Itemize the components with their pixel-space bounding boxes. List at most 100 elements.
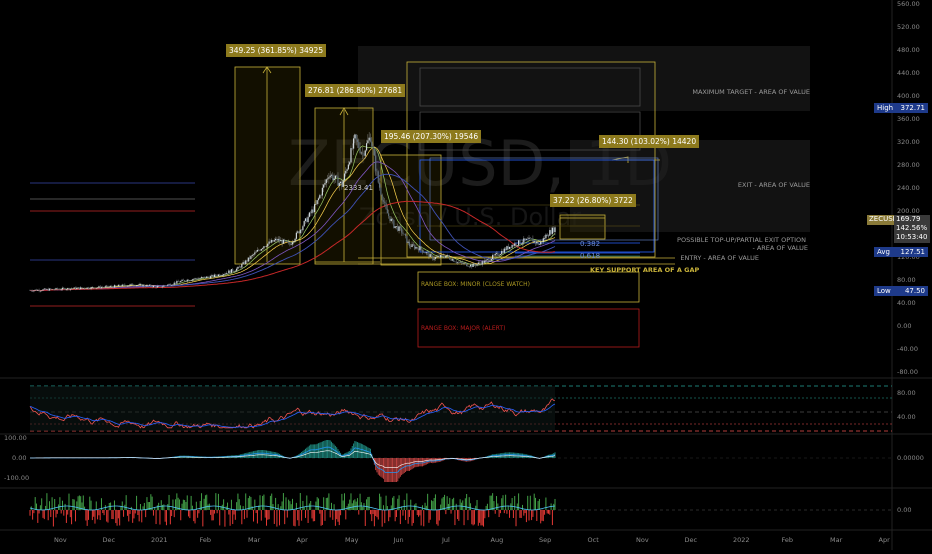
time-tick-label: Feb — [782, 536, 794, 544]
macd-histogram-bar — [365, 446, 366, 458]
volume-bar — [427, 494, 428, 510]
volume-bar — [443, 497, 444, 510]
volume-bar — [414, 505, 415, 510]
candle-body — [180, 281, 181, 282]
volume-bar — [262, 496, 263, 510]
macd-histogram-bar — [311, 444, 312, 458]
macd-histogram-bar — [405, 458, 406, 472]
macd-histogram-bar — [260, 450, 261, 458]
candle-body — [88, 288, 89, 289]
volume-bar — [292, 499, 293, 510]
candle-body — [105, 286, 106, 287]
macd-histogram-bar — [348, 452, 349, 458]
candle-body — [275, 239, 276, 240]
volume-axis-0: 0.00 — [897, 506, 911, 514]
candle-body — [491, 259, 492, 260]
macd-histogram-bar — [323, 441, 324, 458]
volume-bar — [145, 510, 146, 517]
macd-axis-right: 0.00000 — [897, 454, 924, 462]
volume-bar — [328, 493, 329, 510]
candle-body — [63, 288, 64, 289]
time-tick-label: Apr — [879, 536, 890, 544]
candle-body — [64, 288, 65, 290]
volume-bar — [175, 499, 176, 510]
candle-body — [122, 285, 123, 287]
price-tick-label: 0.00 — [897, 322, 911, 330]
candle-body — [389, 216, 390, 221]
candle-body — [406, 236, 407, 243]
candle-body — [97, 288, 98, 289]
candle-body — [271, 240, 272, 243]
candle-body — [324, 183, 325, 185]
candle-body — [517, 245, 518, 246]
candle-body — [115, 285, 116, 286]
volume-bar — [91, 501, 92, 510]
price-axis[interactable]: 560.00520.00480.00440.00400.00360.00320.… — [893, 0, 932, 378]
candle-body — [62, 288, 63, 290]
candle-body — [269, 242, 270, 244]
candle-body — [466, 263, 467, 266]
candle-body — [352, 148, 353, 149]
volume-bar — [374, 510, 375, 526]
macd-histogram-bar — [254, 451, 255, 458]
candle-body — [521, 244, 522, 245]
volume-bar — [214, 510, 215, 514]
candle-body — [339, 183, 340, 186]
candle-body — [89, 289, 90, 290]
volume-bar — [552, 510, 553, 525]
macd-histogram-bar — [358, 443, 359, 458]
candle-body — [340, 182, 341, 183]
volume-bar — [172, 500, 173, 510]
candle-body — [183, 280, 184, 281]
candle-body — [142, 285, 143, 286]
candle-body — [514, 243, 515, 245]
volume-bar — [104, 510, 105, 515]
candle-body — [245, 260, 246, 264]
candle-body — [198, 278, 199, 279]
candle-body — [114, 285, 115, 287]
volume-bar — [261, 510, 262, 521]
macd-histogram-bar — [249, 452, 250, 458]
candle-body — [370, 138, 371, 142]
volume-bar — [444, 495, 445, 510]
volume-bar — [184, 500, 185, 510]
candle-body — [248, 257, 249, 261]
candle-body — [144, 285, 145, 286]
candle-body — [31, 290, 32, 291]
candle-body — [457, 262, 458, 263]
volume-bar — [256, 510, 257, 513]
volume-bar — [252, 506, 253, 510]
macd-histogram-bar — [505, 453, 506, 459]
macd-histogram-bar — [509, 452, 510, 458]
volume-bar — [180, 510, 181, 520]
candle-body — [328, 177, 329, 178]
candle-body — [333, 178, 334, 180]
volume-bar — [213, 510, 214, 520]
macd-histogram-bar — [310, 445, 311, 459]
candle-body — [213, 275, 214, 277]
candle-body — [318, 198, 319, 200]
candle-body — [428, 253, 429, 257]
candle-body — [282, 240, 283, 244]
candle-body — [500, 254, 501, 255]
volume-bar — [240, 505, 241, 510]
volume-bar — [340, 510, 341, 515]
volume-bar — [348, 504, 349, 510]
volume-bar — [313, 510, 314, 521]
volume-bar — [395, 510, 396, 521]
candle-body — [310, 213, 311, 214]
candle-body — [55, 288, 56, 289]
candle-body — [449, 257, 450, 259]
candle-body — [244, 262, 245, 264]
time-tick-label: Jun — [394, 536, 404, 544]
candle-body — [279, 239, 280, 241]
volume-bar — [270, 496, 271, 510]
volume-bar — [253, 510, 254, 522]
chart-canvas[interactable]: ZECUSD, 1D Zcash / U.S. Dollar — [0, 0, 932, 550]
price-tick-label: 320.00 — [897, 138, 920, 146]
time-axis[interactable]: NovDec2021FebMarAprMayJunJulAugSepOctNov… — [0, 531, 892, 550]
volume-bar — [441, 498, 442, 510]
candle-body — [401, 228, 402, 233]
candle-body — [395, 226, 396, 228]
volume-bar — [230, 510, 231, 526]
